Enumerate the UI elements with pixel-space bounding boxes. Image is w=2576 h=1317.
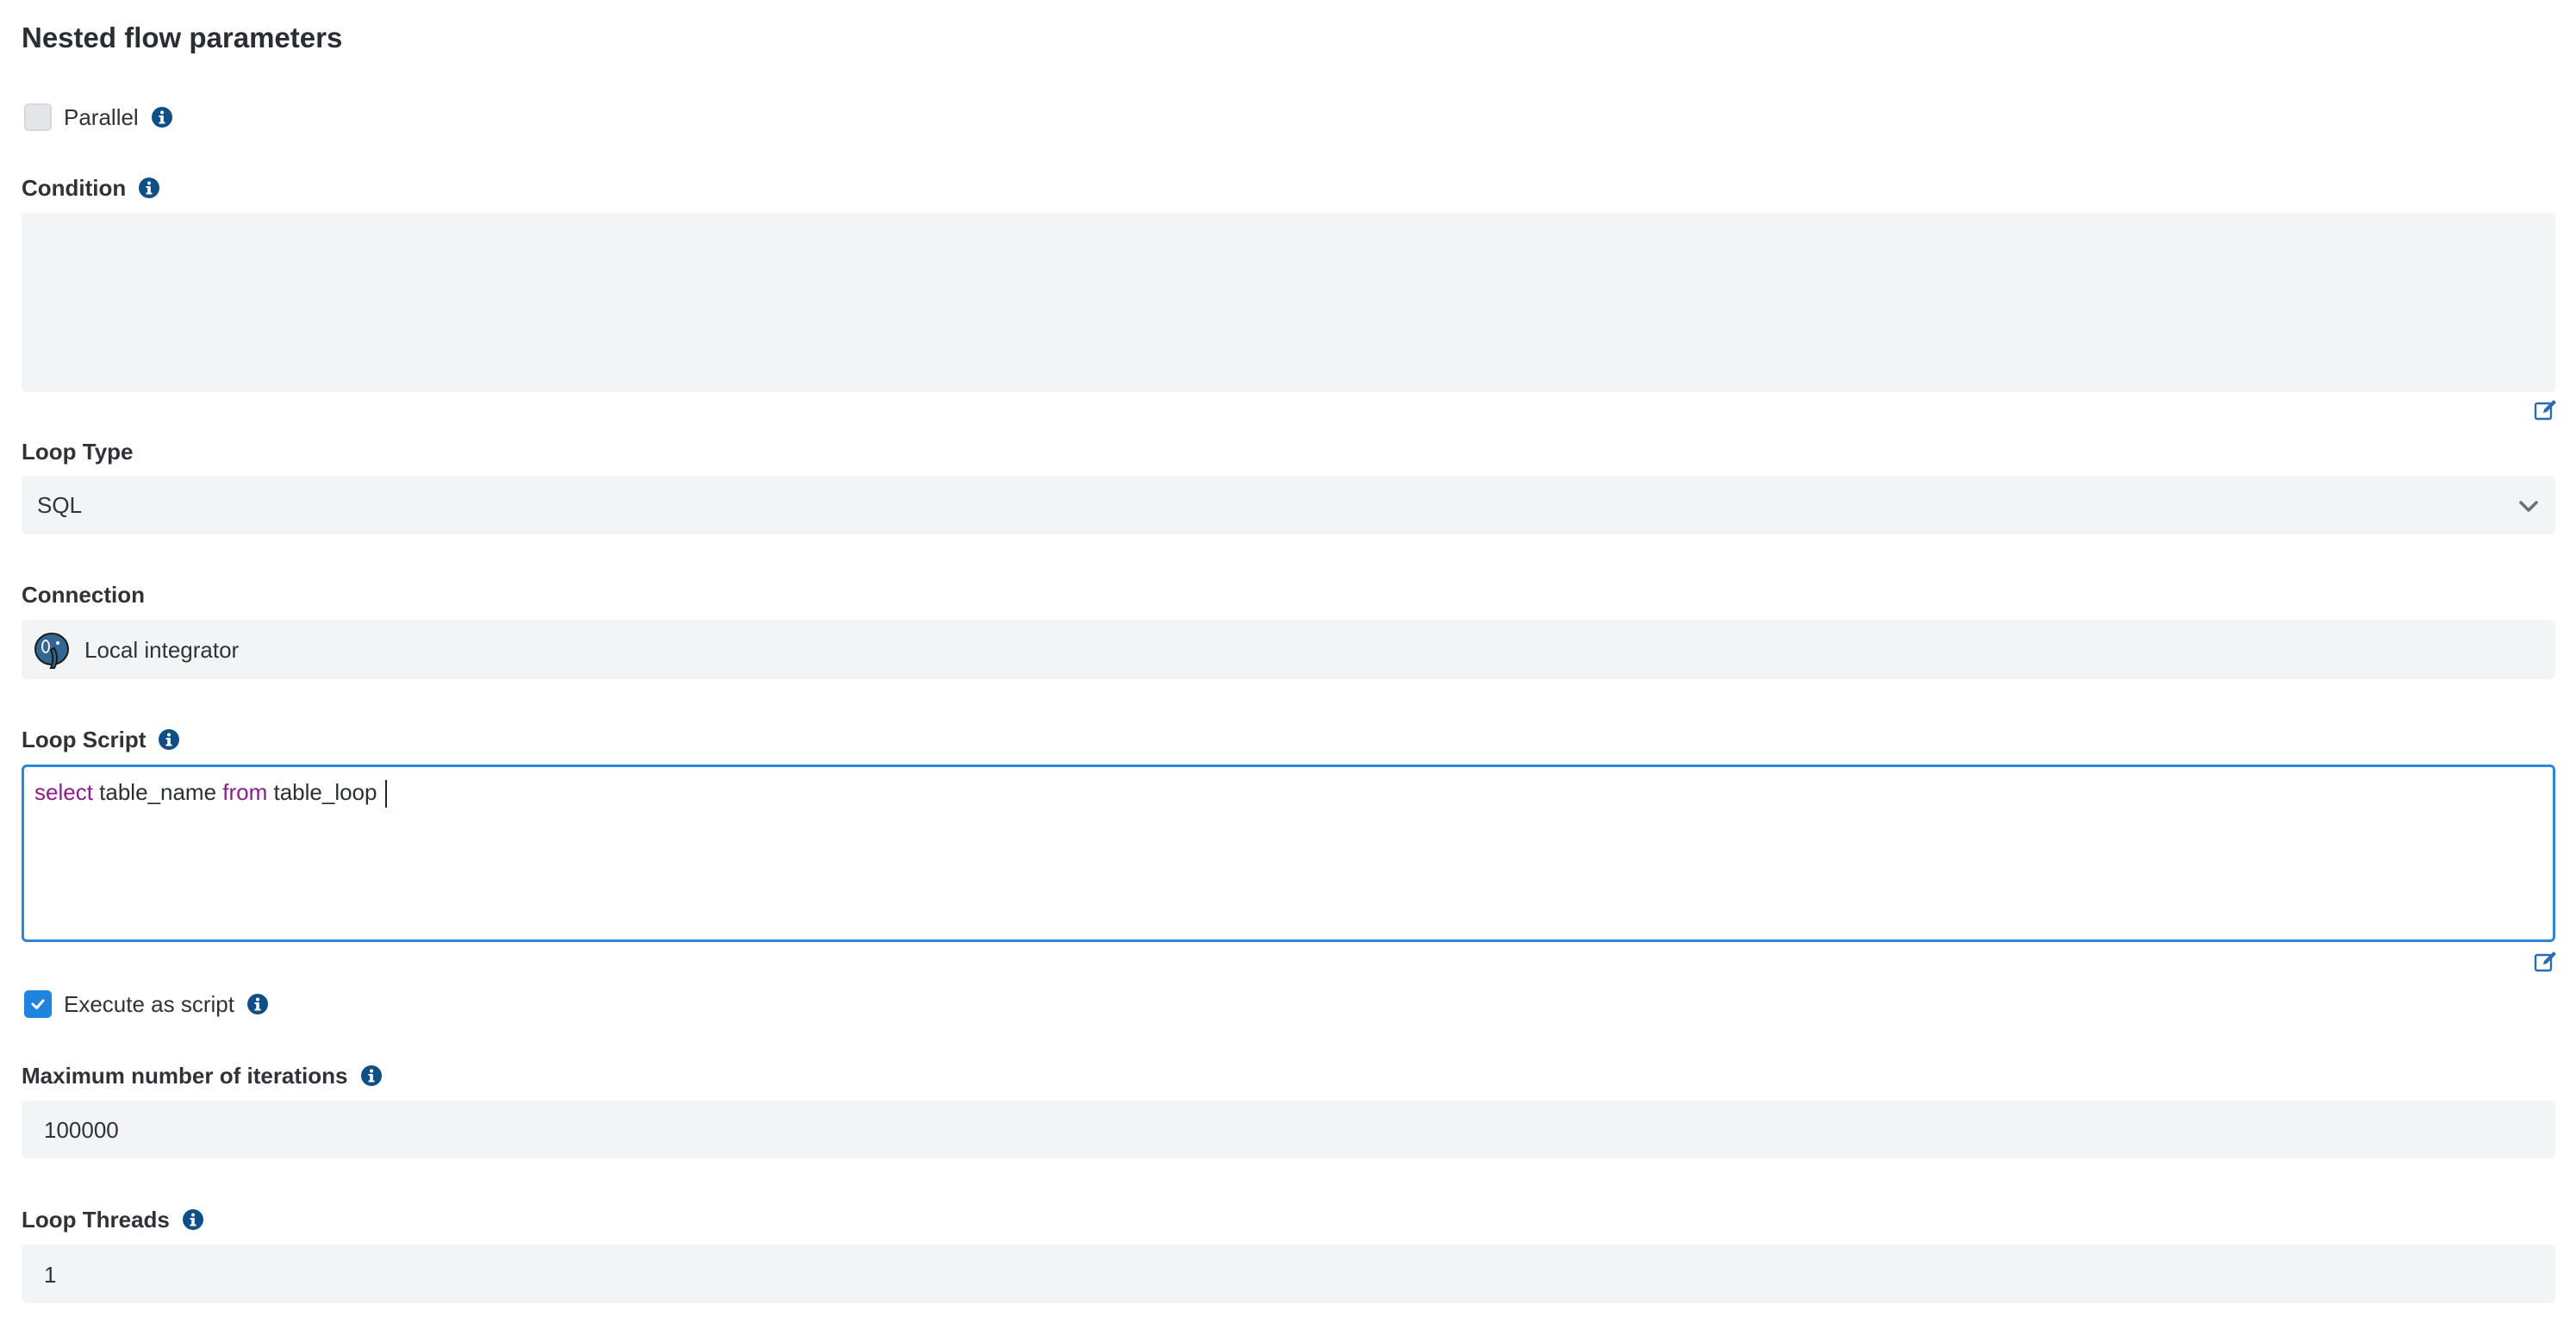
loop-type-label-row: Loop Type: [22, 437, 134, 466]
info-icon[interactable]: [182, 1208, 204, 1231]
code-identifier-table-loop: table_loop: [267, 779, 384, 805]
info-icon[interactable]: [246, 993, 269, 1015]
connection-value: Local integrator: [84, 637, 240, 663]
code-keyword-from: from: [222, 779, 268, 805]
connection-label-row: Connection: [22, 580, 145, 609]
loop-script-editor[interactable]: select table_name from table_loop: [22, 765, 2555, 942]
parallel-checkbox[interactable]: [24, 103, 52, 131]
loop-threads-input[interactable]: 1: [22, 1245, 2555, 1303]
info-icon[interactable]: [360, 1064, 383, 1087]
loop-threads-value: 1: [44, 1262, 57, 1288]
checkmark-icon: [31, 999, 45, 1009]
loop-type-value: SQL: [37, 492, 83, 518]
code-line: select table_name from table_loop: [34, 777, 387, 808]
max-iterations-value: 100000: [44, 1117, 119, 1143]
loop-threads-label: Loop Threads: [22, 1207, 170, 1233]
connection-label: Connection: [22, 582, 145, 608]
info-icon[interactable]: [158, 728, 180, 751]
condition-label: Condition: [22, 175, 127, 201]
edit-icon[interactable]: [2534, 398, 2558, 422]
loop-script-label: Loop Script: [22, 727, 147, 752]
code-keyword-select: select: [34, 779, 93, 805]
loop-threads-label-row: Loop Threads: [22, 1205, 204, 1234]
page-title: Nested flow parameters: [22, 22, 343, 53]
connection-select[interactable]: Local integrator: [22, 620, 2555, 679]
execute-as-script-row: Execute as script: [24, 989, 269, 1019]
loop-type-select[interactable]: SQL: [22, 476, 2555, 534]
info-icon[interactable]: [151, 106, 173, 128]
loop-script-label-row: Loop Script: [22, 725, 180, 754]
max-iterations-label: Maximum number of iterations: [22, 1063, 348, 1089]
loop-type-label: Loop Type: [22, 439, 134, 465]
condition-editor[interactable]: [22, 213, 2555, 392]
info-icon[interactable]: [138, 177, 160, 199]
edit-icon[interactable]: [2534, 950, 2558, 974]
parallel-row: Parallel: [24, 103, 173, 132]
max-iterations-label-row: Maximum number of iterations: [22, 1061, 383, 1090]
code-identifier-table-name: table_name: [92, 779, 223, 805]
text-caret: [384, 780, 387, 808]
execute-as-script-label: Execute as script: [64, 991, 234, 1017]
parallel-label: Parallel: [64, 104, 139, 130]
execute-as-script-checkbox[interactable]: [24, 990, 52, 1018]
condition-label-row: Condition: [22, 173, 160, 203]
postgresql-elephant-icon: [34, 633, 69, 669]
chevron-down-icon: [2519, 501, 2538, 512]
max-iterations-input[interactable]: 100000: [22, 1101, 2555, 1158]
